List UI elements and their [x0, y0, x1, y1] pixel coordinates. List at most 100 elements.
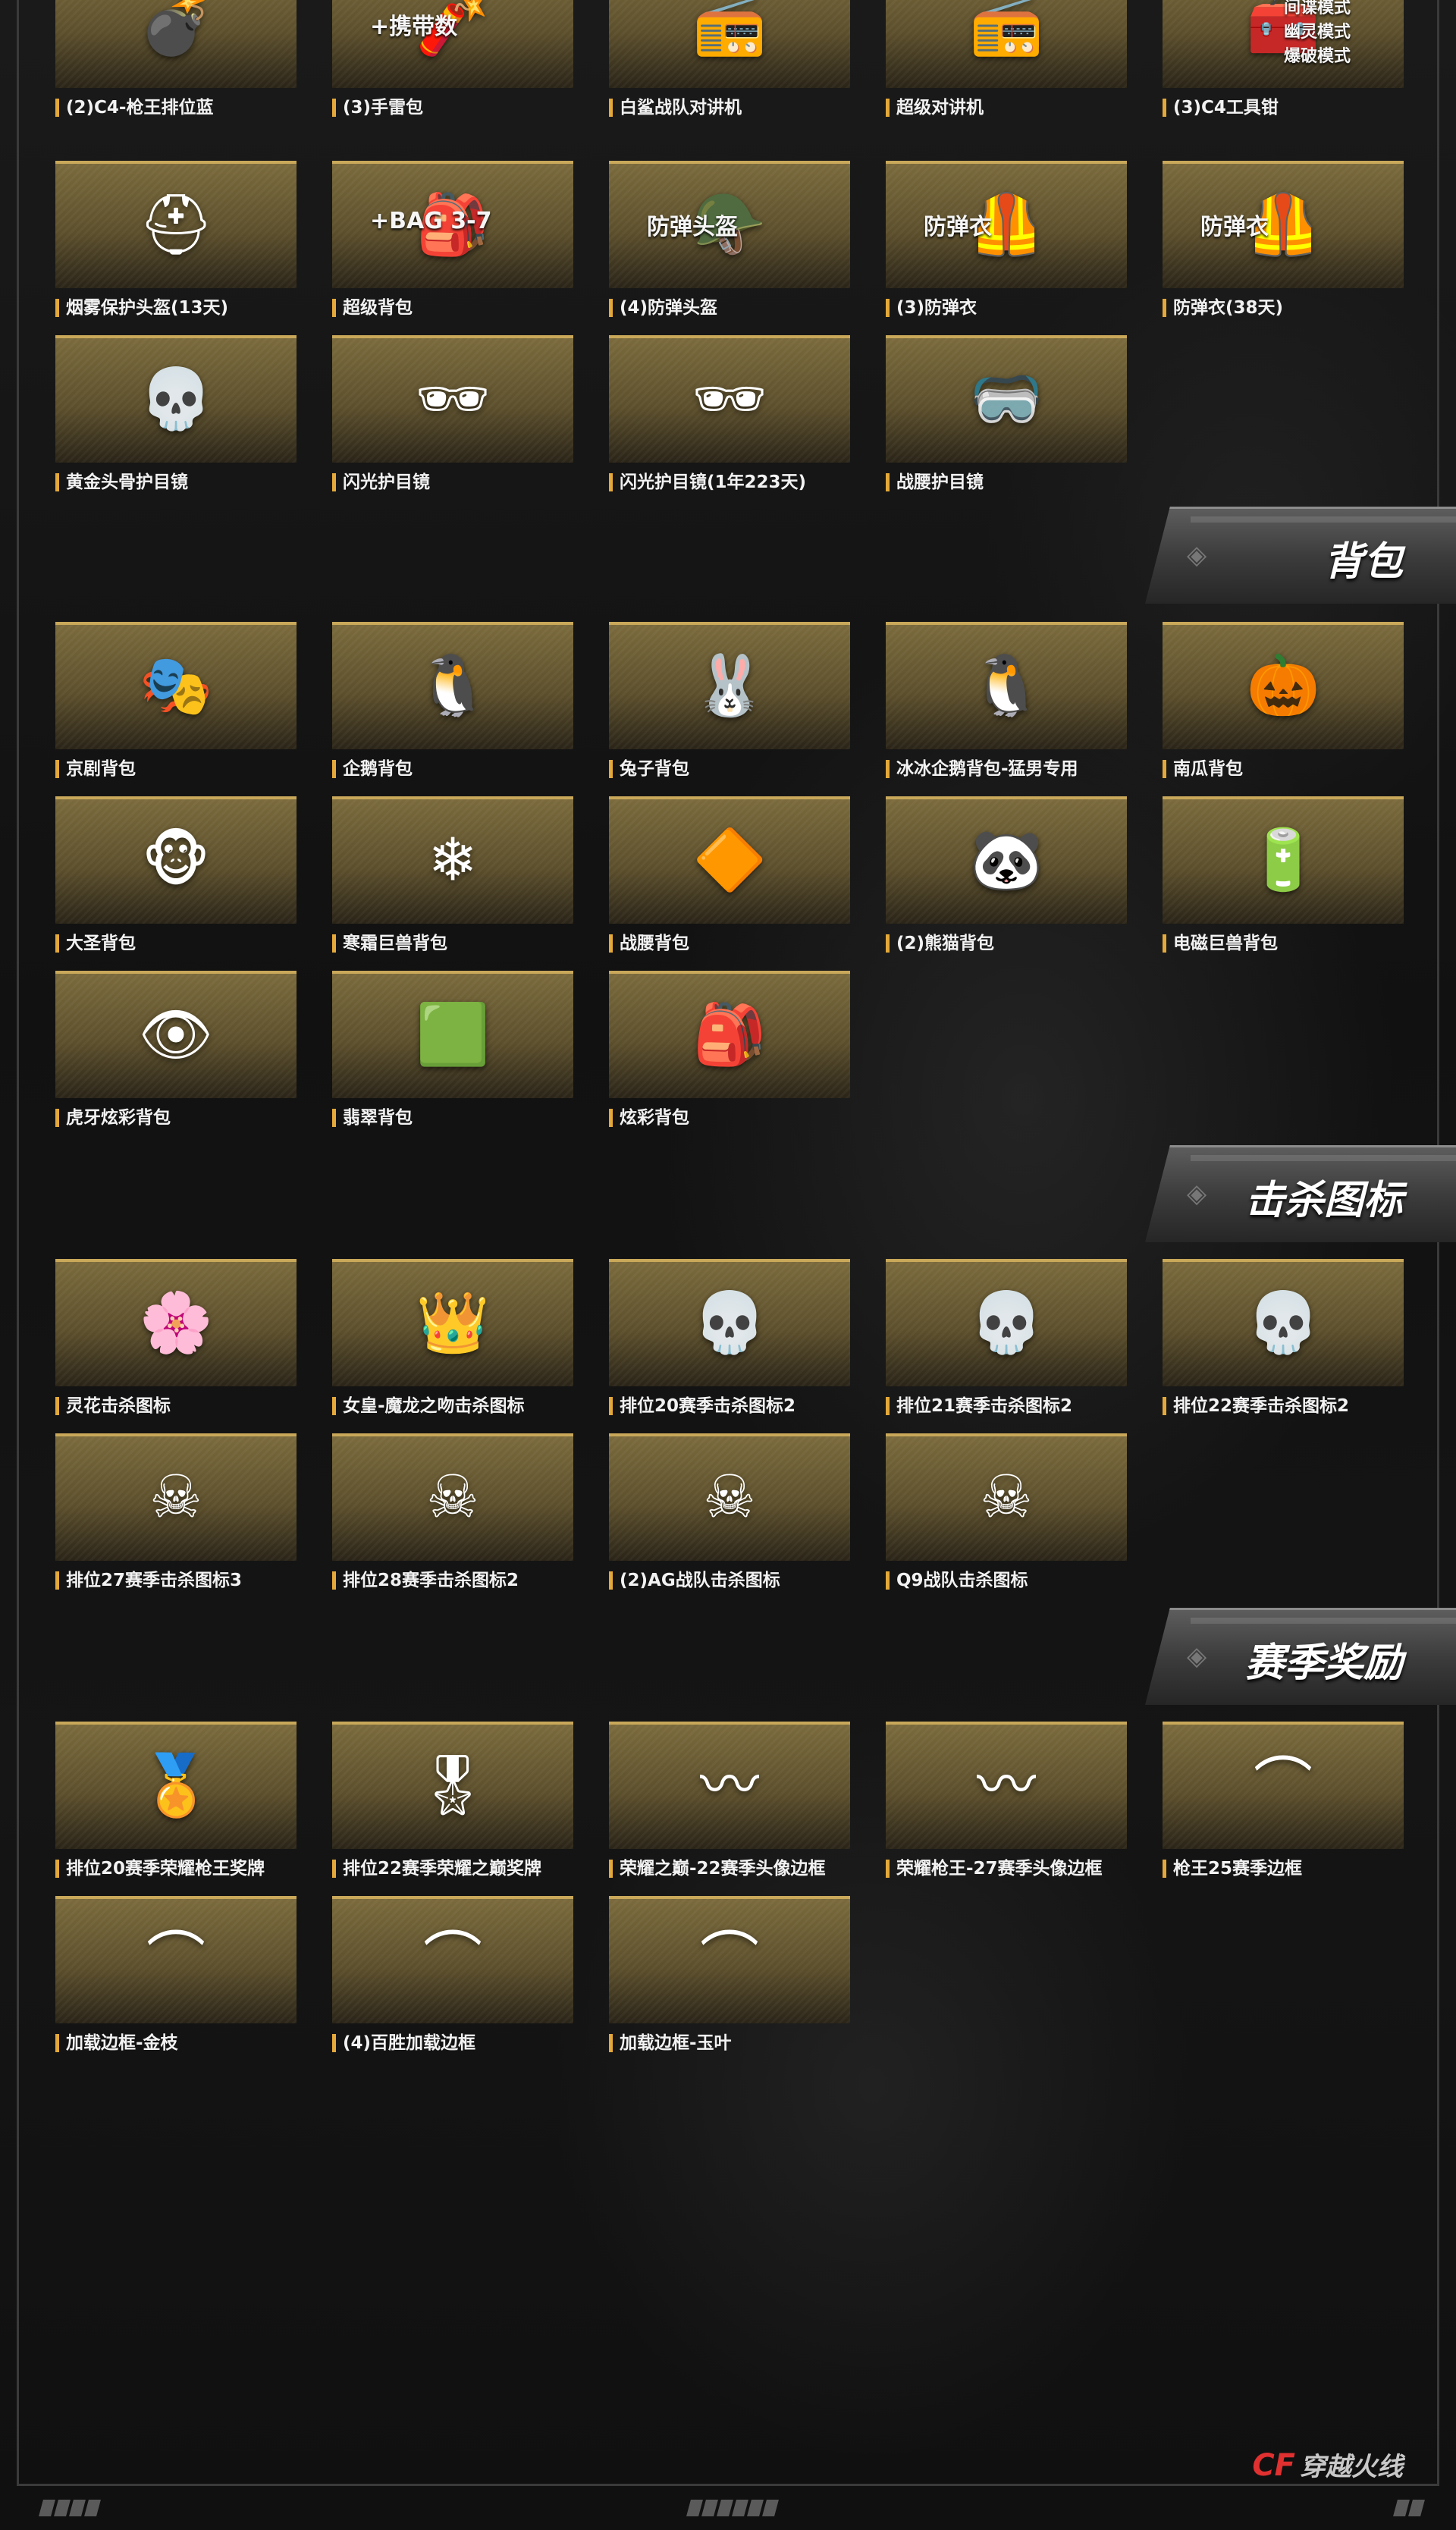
item-thumbnail: 🐰: [609, 622, 850, 749]
item-card[interactable]: 🟩 翡翠背包: [332, 971, 573, 1141]
item-card[interactable]: 🐧 企鹅背包: [332, 622, 573, 793]
footer-mark-left: [39, 2500, 102, 2518]
item-card[interactable]: ⌒ 枪王25赛季边框: [1163, 1722, 1404, 1892]
item-card[interactable]: 🐰 兔子背包: [609, 622, 850, 793]
item-card[interactable]: 🔋 电磁巨兽背包: [1163, 796, 1404, 967]
pink-penguin-icon: 🐧: [969, 651, 1043, 720]
item-card[interactable]: ⌒ 加载边框-金枝: [55, 1896, 297, 2067]
dark-backpack-icon: 🎒: [692, 1000, 767, 1069]
item-card[interactable]: 🥽 战腰护目镜: [886, 335, 1127, 506]
helmet-icon: ⛑: [138, 190, 214, 259]
item-card[interactable]: 〰荣耀枪王-27赛季头像边框: [886, 1722, 1127, 1892]
item-card[interactable]: 🐼 (2)熊猫背包: [886, 796, 1127, 967]
item-card[interactable]: 🧨 +携带数 (3)手雷包: [332, 0, 573, 131]
walkie-talkie-icon: 📻: [692, 0, 767, 59]
item-label: 加载边框-玉叶: [609, 2031, 732, 2055]
item-label: 枪王25赛季边框: [1163, 1857, 1302, 1881]
item-label: (3)手雷包: [332, 96, 423, 120]
item-card[interactable]: ❄ 寒霜巨兽背包: [332, 796, 573, 967]
item-card[interactable]: 📻 超级对讲机: [886, 0, 1127, 131]
item-card[interactable]: 〰荣耀之巅-22赛季头像边框: [609, 1722, 850, 1892]
goggles-icon: 🕶: [692, 365, 767, 434]
dragon-queen-icon: 👑: [416, 1289, 490, 1358]
item-card[interactable]: 📻 白鲨战队对讲机: [609, 0, 850, 131]
item-card[interactable]: 🕶 闪光护目镜(1年223天): [609, 335, 850, 506]
tiger-backpack-icon: 👁: [138, 1000, 214, 1069]
wing-frame-icon: 〰: [976, 1751, 1037, 1820]
item-card[interactable]: 🦺 防弹衣防弹衣(38天): [1163, 161, 1404, 331]
item-card[interactable]: 💀 黄金头骨护目镜: [55, 335, 297, 506]
item-card[interactable]: 🧰超级佣兵爆破 间谍模式 幽灵模式 爆破模式 (3)C4工具钳: [1163, 0, 1404, 131]
item-thumbnail: ☠: [609, 1433, 850, 1561]
item-label: 闪光护目镜: [332, 470, 430, 494]
item-thumbnail: 👁: [55, 971, 297, 1098]
item-label: 排位20赛季击杀图标2: [609, 1394, 795, 1418]
item-card[interactable]: 👁 虎牙炫彩背包: [55, 971, 297, 1141]
item-thumbnail: 🎖: [332, 1722, 573, 1849]
item-card[interactable]: ⌒ (4)百胜加载边框: [332, 1896, 573, 2067]
item-thumbnail: ☠: [332, 1433, 573, 1561]
item-thumbnail: 🌸: [55, 1259, 297, 1386]
item-label: 排位21赛季击杀图标2: [886, 1394, 1072, 1418]
item-card[interactable]: 🐧 冰冰企鹅背包-猛男专用: [886, 622, 1127, 793]
item-label: 排位22赛季荣耀之巅奖牌: [332, 1857, 541, 1881]
item-thumbnail: ⌒: [55, 1896, 297, 2023]
item-thumbnail: 🦺 防弹衣: [886, 161, 1127, 288]
pumpkin-icon: 🎃: [1246, 651, 1320, 720]
penguin-icon: 🐧: [416, 651, 490, 720]
item-label: 南瓜背包: [1163, 757, 1243, 781]
item-thumbnail: ☠: [55, 1433, 297, 1561]
mech-backpack-icon: 🔶: [692, 826, 767, 895]
item-card[interactable]: 🎃 南瓜背包: [1163, 622, 1404, 793]
frost-backpack-icon: ❄: [428, 826, 478, 895]
item-card[interactable]: ⌒ 加载边框-玉叶: [609, 1896, 850, 2067]
item-card[interactable]: 👑 女皇-魔龙之吻击杀图标: [332, 1259, 573, 1430]
item-card[interactable]: 🎖 排位22赛季荣耀之巅奖牌: [332, 1722, 573, 1892]
item-card[interactable]: 🕶 闪光护目镜: [332, 335, 573, 506]
item-label: Q9战队击杀图标: [886, 1568, 1028, 1593]
item-label: 虎牙炫彩背包: [55, 1106, 171, 1130]
section-deco-icon: ◈: [1187, 1179, 1207, 1209]
item-thumbnail: 🦺 防弹衣: [1163, 161, 1404, 288]
item-card[interactable]: 💣 (2)C4-枪王排位蓝: [55, 0, 297, 131]
item-label: 战腰背包: [609, 931, 689, 956]
item-card[interactable]: 🎒 +BAG 3-7 超级背包: [332, 161, 573, 331]
item-card[interactable]: 🌸 灵花击杀图标: [55, 1259, 297, 1430]
item-card[interactable]: 💀 排位20赛季击杀图标2: [609, 1259, 850, 1430]
item-label: 防弹衣(38天): [1163, 296, 1283, 320]
item-card[interactable]: 🦺 防弹衣 (3)防弹衣: [886, 161, 1127, 331]
frame-icon: ⌒: [422, 1926, 483, 1995]
item-label: (2)熊猫背包: [886, 931, 994, 956]
item-thumbnail: 🎃: [1163, 622, 1404, 749]
item-label: 灵花击杀图标: [55, 1394, 171, 1418]
item-card[interactable]: ☠ 排位27赛季击杀图标3: [55, 1433, 297, 1604]
item-thumbnail: ⌒: [1163, 1722, 1404, 1849]
c4-icon: 💣: [139, 0, 213, 59]
item-card[interactable]: ☠ Q9战队击杀图标: [886, 1433, 1127, 1604]
item-overlay-text: 防弹衣: [924, 214, 992, 240]
item-card[interactable]: 🎒 炫彩背包: [609, 971, 850, 1141]
item-thumbnail: 🐧: [332, 622, 573, 749]
item-thumbnail: 💣: [55, 0, 297, 88]
item-label: 兔子背包: [609, 757, 689, 781]
item-label: 寒霜巨兽背包: [332, 931, 447, 956]
skull-badge-icon: 💀: [1246, 1289, 1320, 1358]
star-skull-icon: ☠: [980, 1463, 1033, 1532]
item-card[interactable]: 🪖 防弹头盔 (4)防弹头盔: [609, 161, 850, 331]
medal-icon: 🏅: [139, 1751, 213, 1820]
item-card[interactable]: ☠ (2)AG战队击杀图标: [609, 1433, 850, 1604]
item-overlay-text: 防弹头盔: [647, 214, 738, 240]
item-card[interactable]: 🔶 战腰背包: [609, 796, 850, 967]
item-card[interactable]: 💀 排位21赛季击杀图标2: [886, 1259, 1127, 1430]
wing-frame-icon: 〰: [699, 1751, 760, 1820]
opera-backpack-icon: 🎭: [139, 651, 213, 720]
item-overlay-text: +BAG 3-7: [370, 208, 492, 234]
item-card[interactable]: 🏅 排位20赛季荣耀枪王奖牌: [55, 1722, 297, 1892]
item-card[interactable]: ☠ 排位28赛季击杀图标2: [332, 1433, 573, 1604]
item-card[interactable]: 💀 排位22赛季击杀图标2: [1163, 1259, 1404, 1430]
item-card[interactable]: 🐵 大圣背包: [55, 796, 297, 967]
frame-right: [1437, 0, 1439, 2484]
item-label: 烟雾保护头盔(13天): [55, 296, 228, 320]
item-card[interactable]: ⛑ 烟雾保护头盔(13天): [55, 161, 297, 331]
item-card[interactable]: 🎭 京剧背包: [55, 622, 297, 793]
